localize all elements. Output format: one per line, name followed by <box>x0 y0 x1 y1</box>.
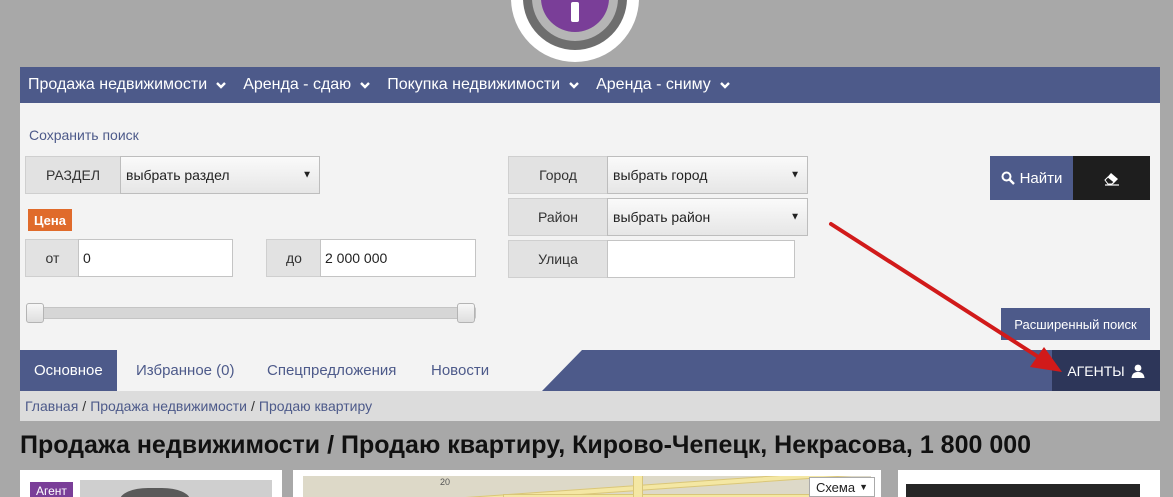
clear-button[interactable] <box>1073 156 1150 200</box>
agent-badge: Агент <box>30 482 73 497</box>
price-to-label: до <box>266 239 322 277</box>
section-label: РАЗДЕЛ <box>25 156 121 194</box>
section-select[interactable]: выбрать раздел ▼ <box>120 156 320 194</box>
nav-item-label: Покупка недвижимости <box>387 76 561 93</box>
district-select[interactable]: выбрать район ▼ <box>607 198 808 236</box>
city-select[interactable]: выбрать город ▼ <box>607 156 808 194</box>
map-card: 20 Схема ▼ <box>293 470 881 497</box>
advanced-search-button[interactable]: Расширенный поиск <box>1001 308 1150 340</box>
dropdown-arrow-icon: ▼ <box>302 169 312 181</box>
agent-photo <box>80 480 272 497</box>
eraser-icon <box>1103 173 1119 186</box>
site-logo[interactable] <box>511 0 639 62</box>
price-tag: Цена <box>28 209 72 231</box>
breadcrumb-item-apartment[interactable]: Продаю квартиру <box>259 398 372 414</box>
chevron-down-icon <box>569 82 579 89</box>
tab-special-offers[interactable]: Спецпредложения <box>253 350 410 391</box>
find-button-label: Найти <box>1019 169 1063 187</box>
breadcrumb: Главная / Продажа недвижимости / Продаю … <box>20 391 1160 421</box>
nav-item-label: Аренда - сдаю <box>243 76 352 93</box>
tab-favorites[interactable]: Избранное (0) <box>122 350 249 391</box>
price-slider-max-handle[interactable] <box>457 303 475 323</box>
chevron-down-icon <box>216 82 227 89</box>
agent-card[interactable]: Агент <box>20 470 282 497</box>
district-label: Район <box>508 198 608 236</box>
map-type-select[interactable]: Схема ▼ <box>808 477 875 497</box>
agents-button[interactable]: АГЕНТЫ <box>1052 350 1160 391</box>
street-label: Улица <box>508 240 608 278</box>
street-input[interactable] <box>607 240 795 278</box>
breadcrumb-item-home[interactable]: Главная <box>25 398 78 414</box>
nav-item-rent-out[interactable]: Аренда - сдаю <box>235 67 379 103</box>
price-slider-min-handle[interactable] <box>26 303 44 323</box>
tab-news[interactable]: Новости <box>417 350 503 391</box>
user-icon <box>1131 364 1145 378</box>
breadcrumb-separator: / <box>250 398 255 414</box>
price-from-label: от <box>25 239 80 277</box>
district-select-value: выбрать район <box>613 209 711 225</box>
nav-item-label: Продажа недвижимости <box>28 76 208 93</box>
save-search-link[interactable]: Сохранить поиск <box>29 127 139 143</box>
dropdown-arrow-icon: ▼ <box>859 482 868 492</box>
tab-main[interactable]: Основное <box>20 350 117 391</box>
agents-button-label: АГЕНТЫ <box>1067 362 1125 379</box>
location-map[interactable]: 20 <box>303 476 871 497</box>
property-photo <box>906 484 1140 497</box>
breadcrumb-separator: / <box>82 398 87 414</box>
breadcrumb-item-sale[interactable]: Продажа недвижимости <box>90 398 247 414</box>
search-panel: Сохранить поиск РАЗДЕЛ выбрать раздел ▼ … <box>20 103 1160 350</box>
city-select-value: выбрать город <box>613 167 708 183</box>
nav-item-rent-in[interactable]: Аренда - сниму <box>588 67 739 103</box>
chevron-down-icon <box>719 82 730 89</box>
page-title: Продажа недвижимости / Продаю квартиру, … <box>20 431 1032 459</box>
dropdown-arrow-icon: ▼ <box>790 211 800 223</box>
main-navbar: Продажа недвижимости Аренда - сдаю Покуп… <box>20 67 1160 103</box>
search-icon <box>1001 171 1015 185</box>
nav-item-sale[interactable]: Продажа недвижимости <box>20 67 235 103</box>
nav-item-buy[interactable]: Покупка недвижимости <box>379 67 588 103</box>
price-from-input[interactable]: 0 <box>78 239 233 277</box>
map-building-number: 20 <box>440 477 451 487</box>
photo-card[interactable] <box>898 470 1160 497</box>
content-tabbar: Основное Избранное (0) Спецпредложения Н… <box>20 350 1160 391</box>
map-type-value: Схема <box>815 479 856 495</box>
chevron-down-icon <box>360 82 371 89</box>
dropdown-arrow-icon: ▼ <box>790 169 800 181</box>
price-slider-track[interactable] <box>28 307 476 319</box>
city-label: Город <box>508 156 608 194</box>
nav-item-label: Аренда - сниму <box>596 76 711 93</box>
section-select-value: выбрать раздел <box>126 167 230 183</box>
price-to-input[interactable]: 2 000 000 <box>320 239 476 277</box>
find-button[interactable]: Найти <box>990 156 1073 200</box>
